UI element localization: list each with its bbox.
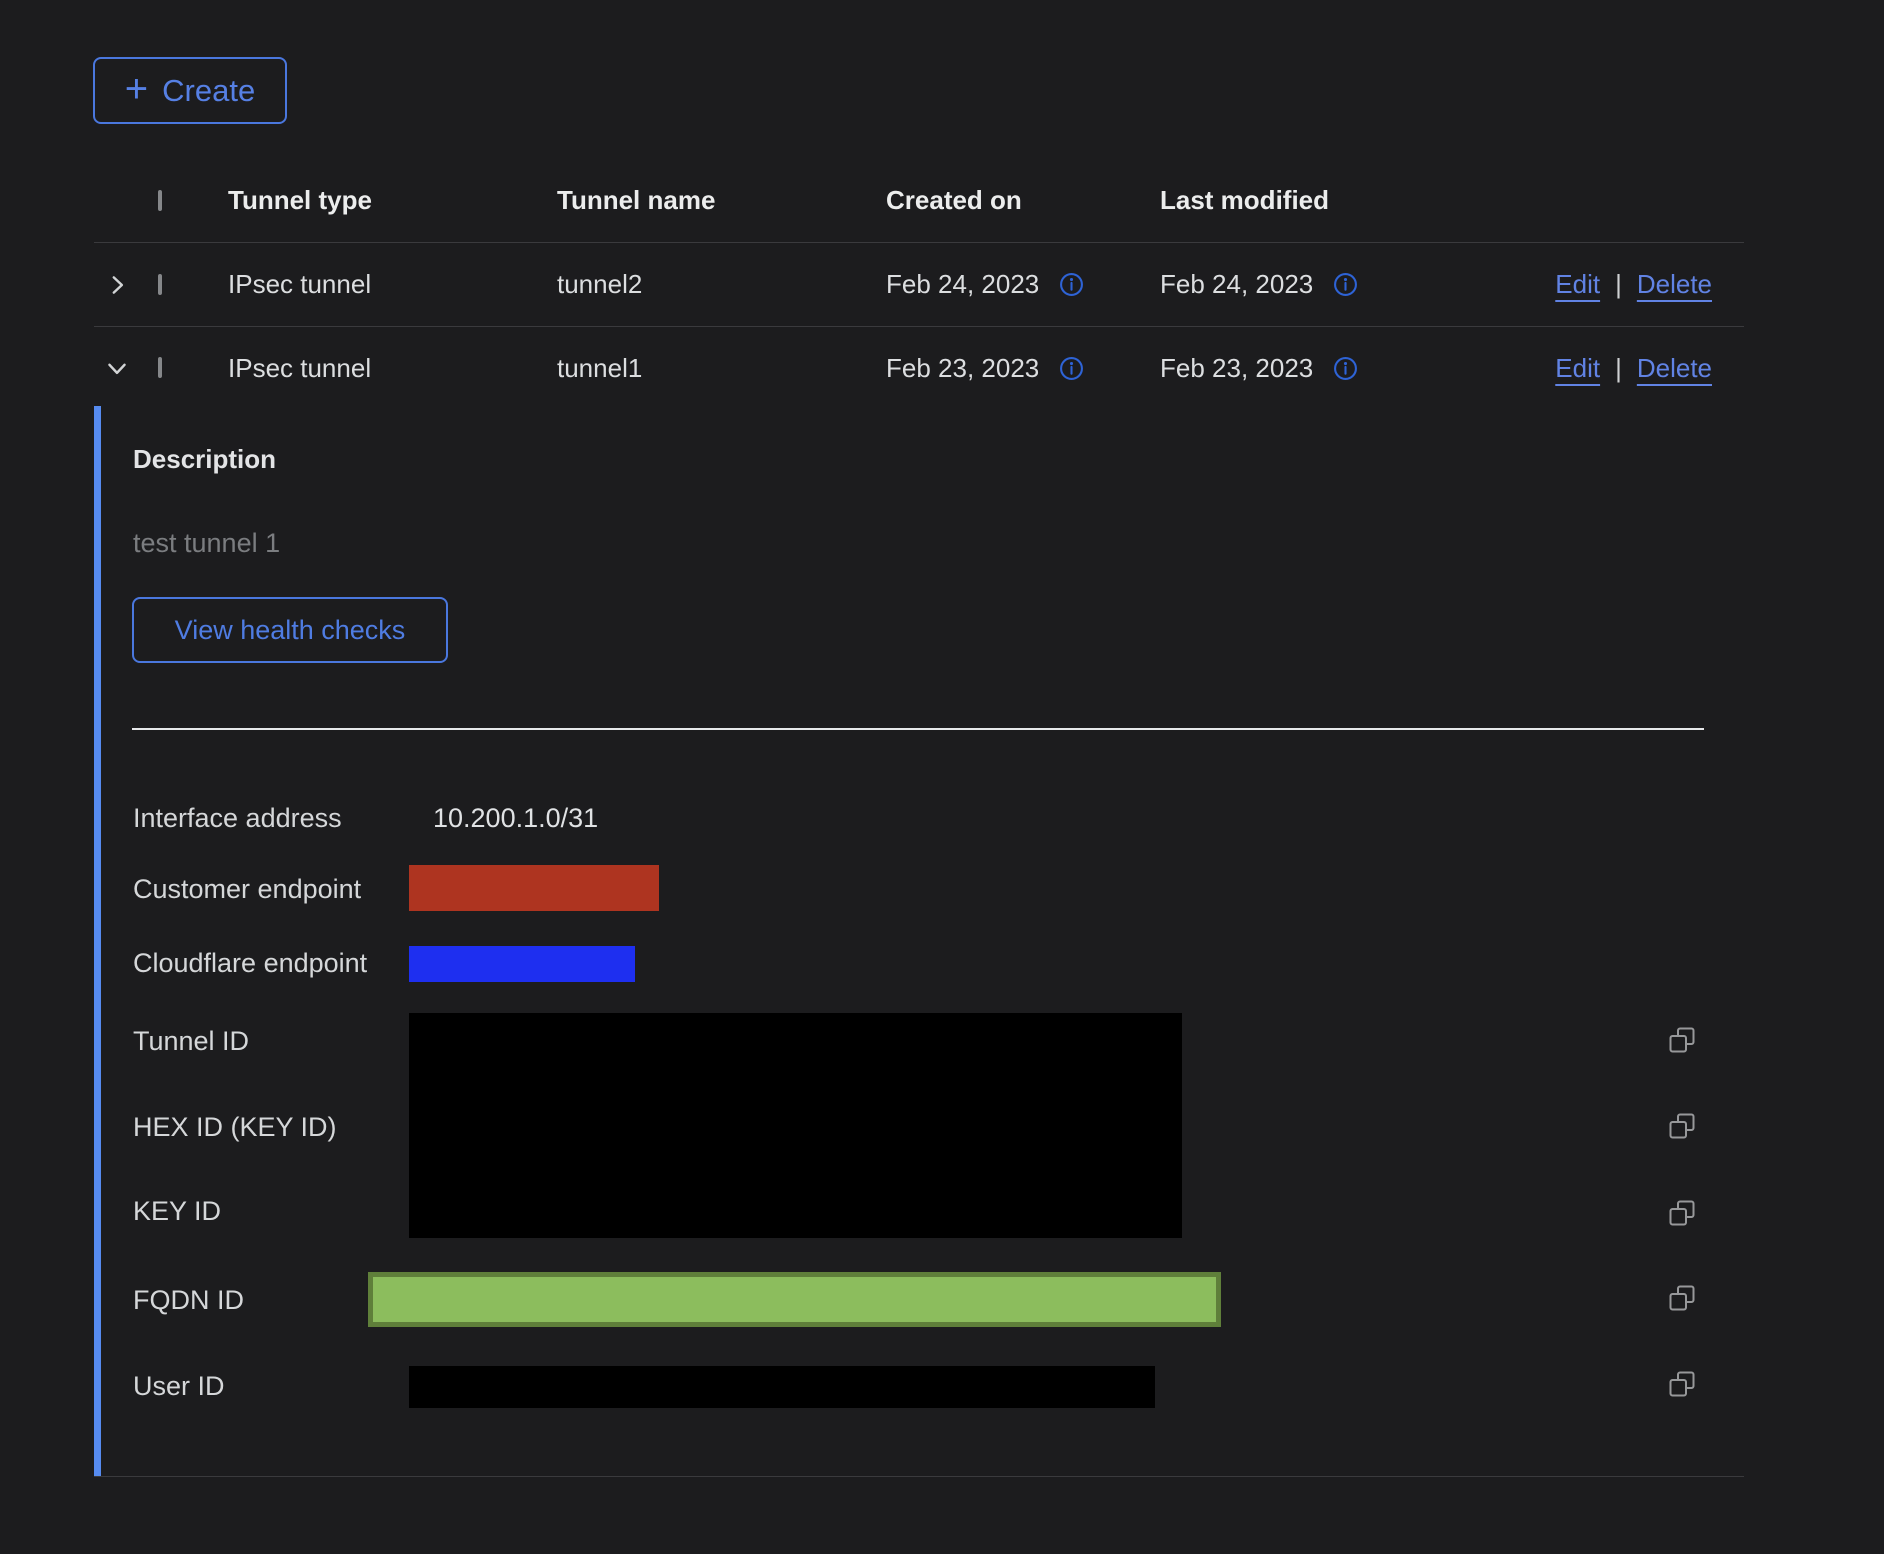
copy-fqdn-id-icon[interactable]: [1669, 1285, 1695, 1311]
description-label: Description: [133, 444, 276, 475]
last-modified-value: Feb 23, 2023: [1160, 353, 1313, 384]
table-header-row: Tunnel type Tunnel name Created on Last …: [94, 159, 1744, 243]
create-button[interactable]: + Create: [93, 57, 287, 124]
cloudflare-endpoint-redacted-value: [409, 946, 635, 982]
info-icon[interactable]: [1059, 356, 1084, 381]
tunnel-name-cell: tunnel1: [557, 353, 886, 384]
row-checkbox-cell: [158, 359, 228, 377]
copy-user-id-icon[interactable]: [1669, 1371, 1695, 1397]
info-icon[interactable]: [1333, 272, 1358, 297]
created-on-value: Feb 24, 2023: [886, 269, 1039, 300]
customer-endpoint-label: Customer endpoint: [133, 874, 361, 905]
chevron-right-icon: [104, 272, 130, 298]
expand-row-button[interactable]: [94, 272, 158, 298]
column-header-tunnel-name: Tunnel name: [557, 185, 886, 216]
customer-endpoint-redacted-value: [409, 865, 659, 911]
tunnel-type-cell: IPsec tunnel: [228, 353, 557, 384]
last-modified-cell: Feb 24, 2023: [1160, 269, 1516, 300]
table-row-expanded: IPsec tunnel tunnel1 Feb 23, 2023 Feb 23…: [94, 327, 1744, 409]
hex-id-label: HEX ID (KEY ID): [133, 1112, 337, 1143]
action-separator: |: [1615, 353, 1622, 384]
chevron-down-icon: [104, 355, 130, 381]
interface-address-label: Interface address: [133, 803, 342, 834]
created-on-value: Feb 23, 2023: [886, 353, 1039, 384]
fqdn-id-label: FQDN ID: [133, 1285, 244, 1316]
tunnels-page: + Create Tunnel type Tunnel name Created…: [0, 0, 1884, 1554]
interface-address-value: 10.200.1.0/31: [433, 803, 598, 834]
copy-key-id-icon[interactable]: [1669, 1200, 1695, 1226]
key-id-label: KEY ID: [133, 1196, 221, 1227]
row-actions: Edit | Delete: [1516, 269, 1744, 300]
header-checkbox-cell: [158, 192, 228, 210]
tunnel-name-cell: tunnel2: [557, 269, 886, 300]
edit-link[interactable]: Edit: [1555, 353, 1600, 384]
column-header-created-on: Created on: [886, 185, 1160, 216]
last-modified-cell: Feb 23, 2023: [1160, 353, 1516, 384]
create-button-label: Create: [162, 73, 255, 109]
description-value: test tunnel 1: [133, 528, 280, 559]
fqdn-id-redacted-value: [368, 1272, 1221, 1327]
row-checkbox-cell: [158, 276, 228, 294]
table-row: IPsec tunnel tunnel2 Feb 24, 2023 Feb 24…: [94, 243, 1744, 327]
created-on-cell: Feb 24, 2023: [886, 269, 1160, 300]
info-icon[interactable]: [1333, 356, 1358, 381]
select-all-checkbox[interactable]: [158, 190, 162, 211]
tunnels-table: Tunnel type Tunnel name Created on Last …: [94, 159, 1744, 409]
tunnel-type-cell: IPsec tunnel: [228, 269, 557, 300]
action-separator: |: [1615, 269, 1622, 300]
user-id-label: User ID: [133, 1371, 225, 1402]
expanded-indicator-bar: [94, 406, 101, 1476]
ids-redacted-value-block: [409, 1013, 1182, 1238]
copy-hex-id-icon[interactable]: [1669, 1113, 1695, 1139]
info-icon[interactable]: [1059, 272, 1084, 297]
user-id-redacted-value: [409, 1366, 1155, 1408]
view-health-checks-button[interactable]: View health checks: [132, 597, 448, 663]
column-header-tunnel-type: Tunnel type: [228, 185, 557, 216]
row-checkbox[interactable]: [158, 274, 162, 295]
tunnel-id-label: Tunnel ID: [133, 1026, 249, 1057]
tunnel-details-panel: Description test tunnel 1 View health ch…: [94, 406, 1744, 1477]
delete-link[interactable]: Delete: [1637, 353, 1712, 384]
cloudflare-endpoint-label: Cloudflare endpoint: [133, 948, 367, 979]
created-on-cell: Feb 23, 2023: [886, 353, 1160, 384]
row-checkbox[interactable]: [158, 357, 162, 378]
collapse-row-button[interactable]: [94, 355, 158, 381]
last-modified-value: Feb 24, 2023: [1160, 269, 1313, 300]
edit-link[interactable]: Edit: [1555, 269, 1600, 300]
column-header-last-modified: Last modified: [1160, 185, 1516, 216]
delete-link[interactable]: Delete: [1637, 269, 1712, 300]
copy-tunnel-id-icon[interactable]: [1669, 1027, 1695, 1053]
panel-divider: [132, 728, 1704, 730]
row-actions: Edit | Delete: [1516, 353, 1744, 384]
